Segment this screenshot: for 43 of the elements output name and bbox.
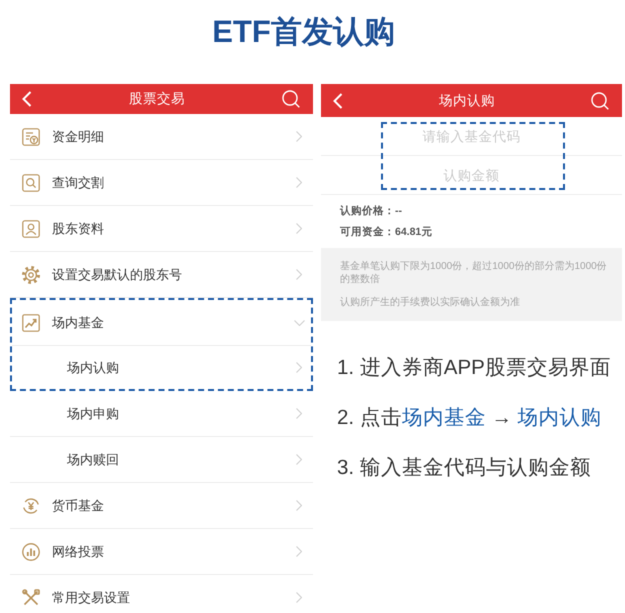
instruction-step: 1. 进入券商APP股票交易界面	[337, 354, 622, 382]
menu-item[interactable]: 常用交易设置	[10, 575, 313, 613]
search-document-icon	[22, 174, 40, 192]
note-text: 认购所产生的手续费以实际确认金额为准	[340, 296, 521, 309]
back-icon[interactable]	[22, 91, 32, 107]
chevron-right-icon	[296, 546, 302, 557]
info-line: 认购价格：--	[340, 205, 402, 217]
chevron-right-icon	[296, 408, 302, 419]
menu-item[interactable]: 股东资料	[10, 206, 313, 252]
menu-item[interactable]: 查询交割	[10, 160, 313, 206]
menu-item[interactable]: 网络投票	[10, 529, 313, 575]
menu-item[interactable]: 场内赎回	[10, 437, 313, 483]
menu-item[interactable]: 场内申购	[10, 391, 313, 437]
menu-item[interactable]: 设置交易默认的股东号	[10, 252, 313, 298]
bar-chart-icon	[22, 542, 40, 560]
chevron-right-icon	[296, 177, 302, 188]
statement-icon	[22, 128, 40, 146]
header-title: 场内认购	[438, 92, 496, 110]
page-title: ETF首发认购	[211, 13, 396, 51]
note-text: 基金单笔认购下限为1000份，超过1000份的部分需为1000份的整数倍	[340, 260, 608, 286]
settings-icon	[22, 266, 40, 284]
info-line: 可用资金：64.81元	[340, 226, 432, 238]
menu-item[interactable]: 货币基金	[10, 483, 313, 529]
chevron-right-icon	[296, 592, 302, 603]
chevron-right-icon	[296, 362, 302, 373]
search-icon[interactable]	[282, 90, 300, 108]
chevron-right-icon	[296, 223, 302, 234]
search-icon[interactable]	[591, 92, 609, 110]
menu-item[interactable]: 场内认购	[12, 346, 311, 389]
yen-coin-icon	[22, 496, 40, 514]
profile-card-icon	[22, 220, 40, 238]
back-icon[interactable]	[333, 92, 343, 108]
trend-chart-icon	[22, 314, 40, 332]
instruction-step: 2. 点击场内基金 → 场内认购	[337, 404, 622, 432]
menu-item[interactable]: 资金明细	[10, 114, 313, 160]
menu-item[interactable]: 场内基金	[12, 300, 311, 346]
chevron-right-icon	[296, 500, 302, 511]
chevron-right-icon	[296, 454, 302, 465]
chevron-right-icon	[296, 269, 302, 280]
tools-icon	[22, 588, 40, 606]
header-title: 股票交易	[128, 90, 186, 108]
chevron-right-icon	[296, 131, 302, 142]
instruction-step: 3. 输入基金代码与认购金额	[337, 454, 622, 482]
